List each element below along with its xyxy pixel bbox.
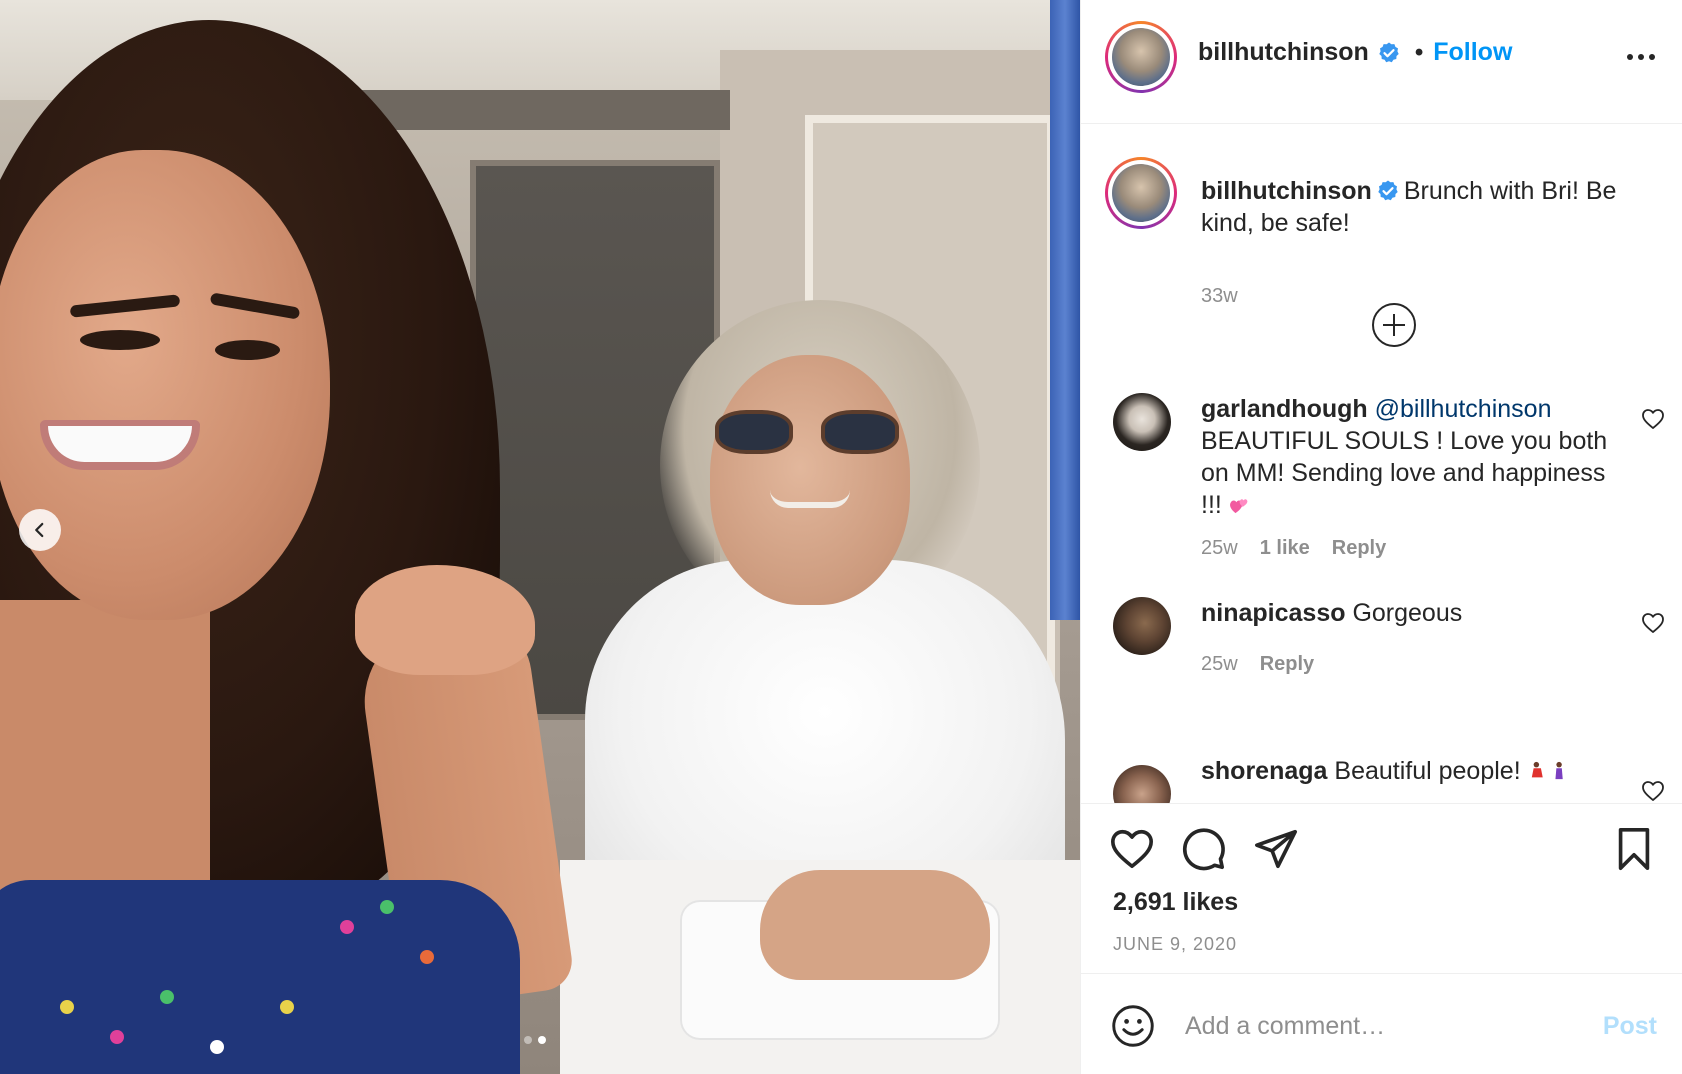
- carousel-prev-button[interactable]: [19, 509, 61, 551]
- follow-button[interactable]: Follow: [1433, 38, 1512, 67]
- comment-text: BEAUTIFUL SOULS ! Love you both on MM! S…: [1201, 427, 1608, 519]
- comment-username[interactable]: ninapicasso: [1201, 599, 1346, 627]
- caption-username[interactable]: billhutchinson: [1201, 177, 1372, 205]
- post-comment-button[interactable]: Post: [1603, 1012, 1657, 1041]
- chevron-left-icon: [35, 522, 44, 538]
- post-detail-panel: billhutchinson • Follow billhutchinson Br…: [1080, 0, 1682, 1074]
- comment-text: Gorgeous: [1352, 599, 1463, 627]
- comment-likes-count[interactable]: 1 like: [1260, 537, 1310, 560]
- photo-woman-face: [0, 150, 330, 620]
- carousel-dot-active: [538, 1036, 546, 1044]
- comment-username[interactable]: shorenaga: [1201, 757, 1327, 785]
- photo-woman-top: [0, 880, 520, 1074]
- two-hearts-emoji-icon: [1229, 499, 1248, 514]
- photo-woman-neck: [0, 600, 210, 900]
- post-actions: 2,691 likes JUNE 9, 2020: [1081, 803, 1682, 973]
- dancer-emoji-icon: [1531, 761, 1563, 780]
- comment-mention[interactable]: @billhutchinson: [1375, 395, 1552, 423]
- emoji-smiley-icon[interactable]: [1111, 1004, 1155, 1048]
- comment-username[interactable]: garlandhough: [1201, 395, 1368, 423]
- verified-badge-icon: [1378, 180, 1398, 201]
- photo-woman-smile: [40, 420, 200, 470]
- load-more-comments-icon[interactable]: [1372, 303, 1416, 347]
- save-bookmark-icon[interactable]: [1609, 824, 1659, 874]
- post-photo[interactable]: [0, 0, 1080, 1074]
- caption-timestamp[interactable]: 33w: [1201, 285, 1238, 308]
- photo-man-hand: [760, 870, 990, 980]
- photo-man-smile: [770, 490, 850, 508]
- comment-like-heart-icon[interactable]: [1641, 779, 1665, 803]
- like-heart-icon[interactable]: [1107, 824, 1157, 874]
- commenter-avatar[interactable]: [1113, 765, 1171, 803]
- header-separator: •: [1414, 38, 1424, 66]
- author-avatar[interactable]: [1105, 21, 1177, 93]
- commenter-avatar[interactable]: [1113, 393, 1171, 451]
- comment-reply-button[interactable]: Reply: [1260, 653, 1314, 676]
- comment-like-heart-icon[interactable]: [1641, 611, 1665, 635]
- add-comment-input[interactable]: [1185, 1004, 1555, 1048]
- post-date[interactable]: JUNE 9, 2020: [1113, 934, 1237, 955]
- more-options-icon[interactable]: [1627, 46, 1655, 68]
- author-username[interactable]: billhutchinson: [1198, 38, 1369, 67]
- comment-reply-button[interactable]: Reply: [1332, 537, 1386, 560]
- comment-timestamp[interactable]: 25w: [1201, 653, 1238, 676]
- comment-like-heart-icon[interactable]: [1641, 407, 1665, 431]
- post-header: billhutchinson • Follow: [1081, 0, 1682, 124]
- caption-avatar[interactable]: [1105, 157, 1177, 229]
- comment-bubble-icon[interactable]: [1179, 824, 1229, 874]
- likes-count[interactable]: 2,691 likes: [1113, 888, 1238, 917]
- photo-man-sunglasses: [715, 410, 905, 454]
- carousel-dot: [524, 1036, 532, 1044]
- commenter-avatar[interactable]: [1113, 597, 1171, 655]
- verified-badge-icon: [1379, 42, 1399, 62]
- share-send-icon[interactable]: [1251, 824, 1301, 874]
- photo-man-face: [710, 355, 910, 605]
- photo-woman-eye: [215, 340, 280, 360]
- comments-list[interactable]: billhutchinson Brunch with Bri! Be kind, …: [1081, 125, 1682, 803]
- add-comment-bar: Post: [1081, 973, 1682, 1074]
- carousel-dots: [524, 1036, 546, 1044]
- photo-curtain: [1050, 0, 1080, 620]
- photo-woman-eye: [80, 330, 160, 350]
- comment-timestamp[interactable]: 25w: [1201, 537, 1238, 560]
- comment-text: Beautiful people!: [1334, 757, 1521, 785]
